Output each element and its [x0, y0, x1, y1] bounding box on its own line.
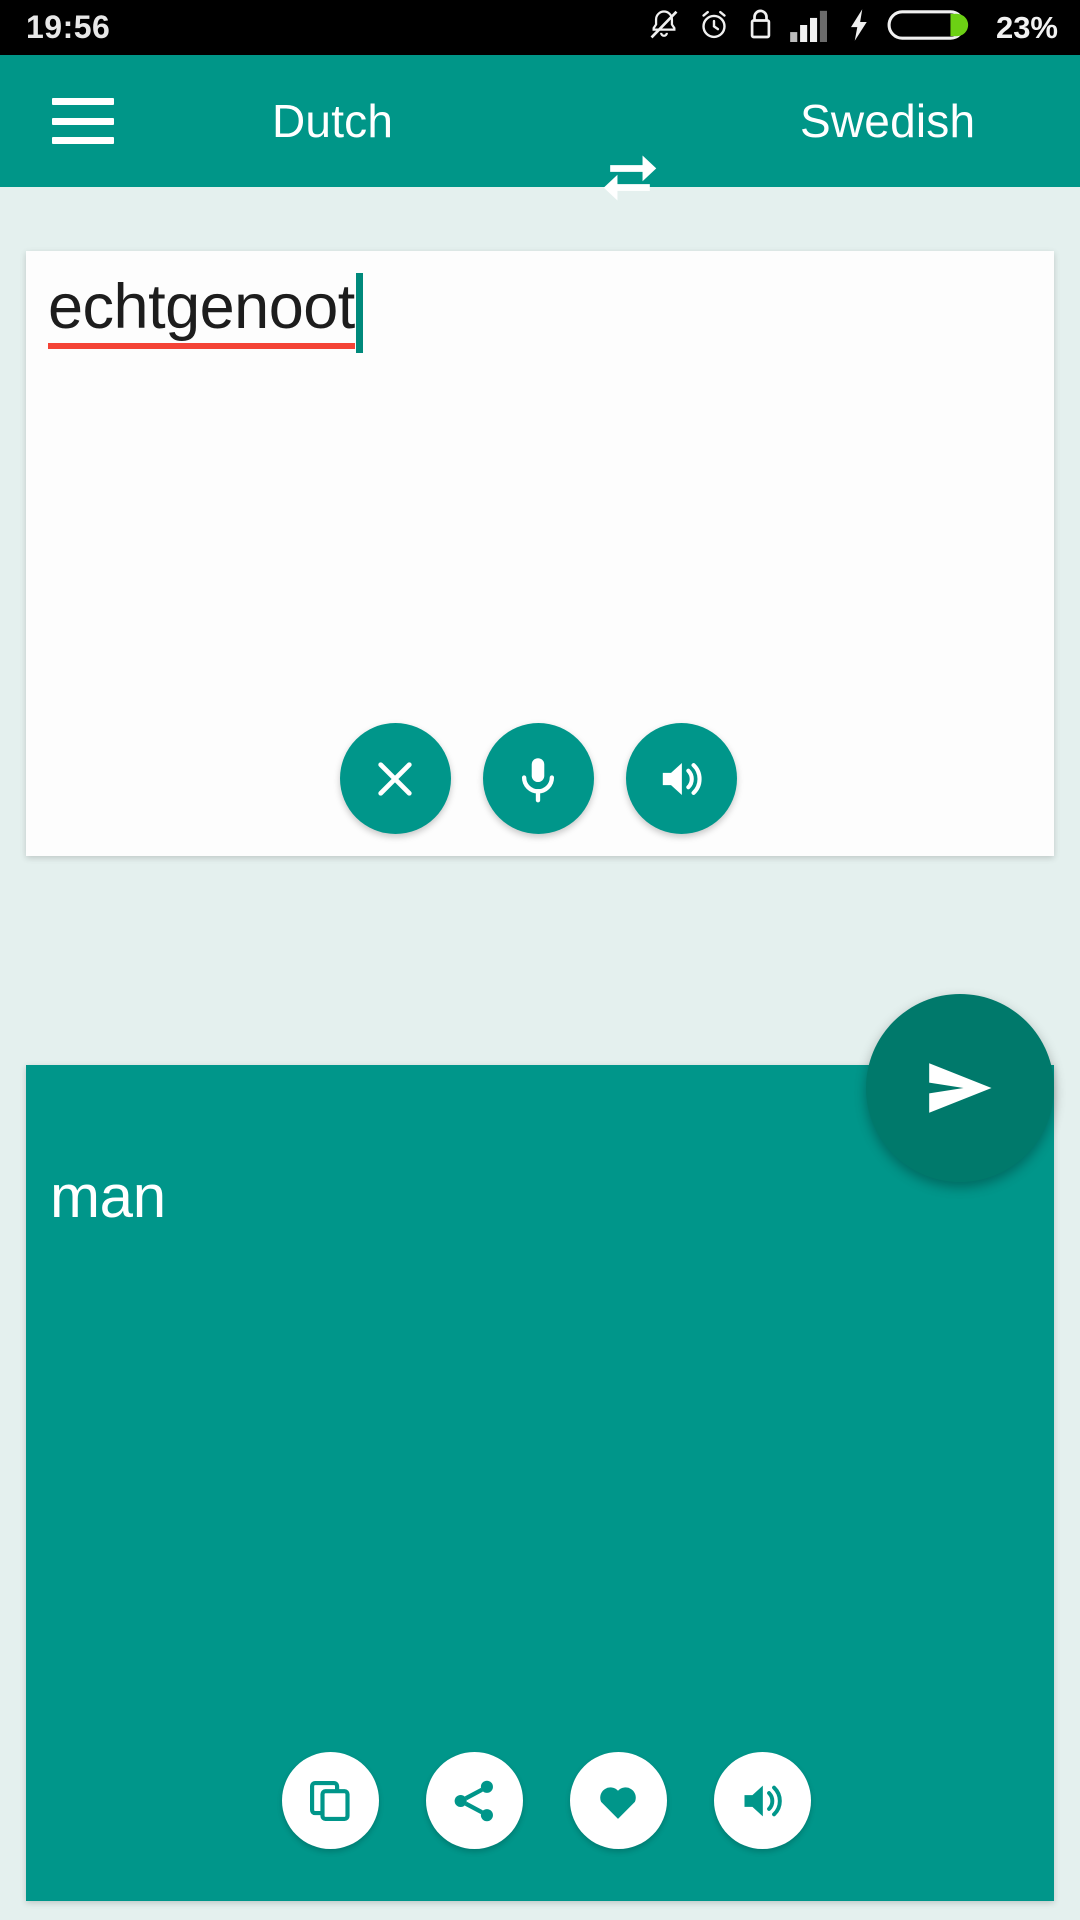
app-screen: 19:56 23% Dutch Swedish echtgenoot man — [0, 0, 1080, 1920]
copy-button[interactable] — [281, 1752, 379, 1849]
translation-result-card: man — [26, 1065, 1054, 1901]
share-button[interactable] — [425, 1752, 523, 1849]
translation-result-text: man — [50, 1163, 166, 1230]
source-language-button[interactable]: Dutch — [272, 94, 393, 148]
speak-output-button[interactable] — [713, 1752, 811, 1849]
battery-percent: 23% — [995, 9, 1058, 45]
result-actions — [26, 1752, 1054, 1849]
source-actions — [26, 723, 1054, 834]
battery-icon — [887, 6, 973, 49]
signal-bars-icon — [790, 8, 830, 47]
source-text-card: echtgenoot — [26, 251, 1054, 856]
text-cursor — [355, 273, 363, 353]
status-time: 19:56 — [26, 9, 111, 45]
speak-input-button[interactable] — [625, 723, 737, 834]
microphone-button[interactable] — [482, 723, 594, 834]
status-bar: 19:56 23% — [0, 0, 1080, 55]
lock-icon — [747, 7, 774, 48]
target-language-button[interactable]: Swedish — [800, 94, 975, 148]
bell-muted-icon — [647, 7, 681, 48]
source-text-value: echtgenoot — [48, 275, 355, 349]
hamburger-menu-icon[interactable] — [52, 98, 114, 144]
alarm-clock-icon — [697, 7, 731, 48]
clear-button[interactable] — [339, 723, 451, 834]
favorite-button[interactable] — [569, 1752, 667, 1849]
app-bar: Dutch Swedish — [0, 55, 1080, 201]
status-icons: 23% — [647, 6, 1058, 49]
charging-bolt-icon — [846, 7, 871, 48]
swap-languages-icon[interactable] — [595, 143, 665, 213]
translate-send-button[interactable] — [866, 994, 1054, 1182]
source-text-input[interactable]: echtgenoot — [48, 273, 1032, 353]
